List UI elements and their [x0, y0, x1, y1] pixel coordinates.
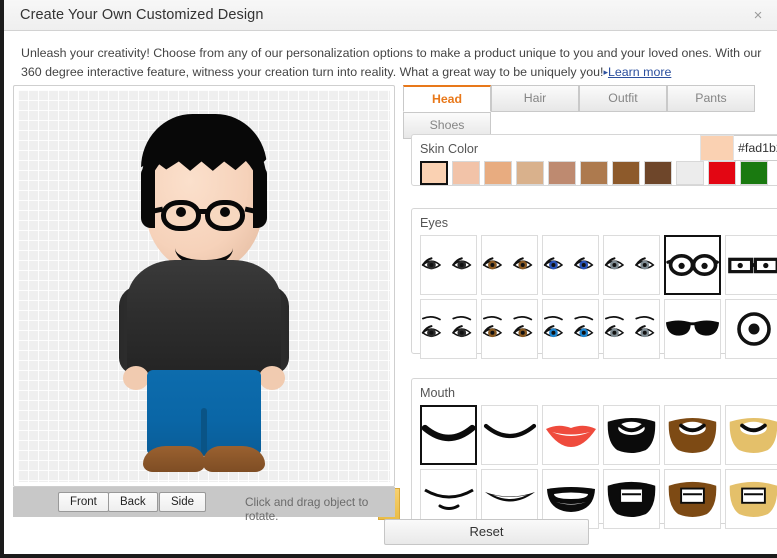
- glasses-temple-right: [244, 206, 260, 215]
- close-icon[interactable]: ×: [750, 8, 766, 24]
- eyes-option-round-glasses[interactable]: [663, 235, 722, 295]
- eyes-option-rect-glasses[interactable]: [725, 235, 777, 295]
- mouth-option-black-beard-teeth[interactable]: [603, 469, 660, 529]
- skin-swatch-0[interactable]: [420, 161, 448, 185]
- eyes-row: [420, 235, 777, 295]
- eyes-option-eyes-brown-brows[interactable]: [481, 299, 538, 359]
- avatar-pupil-left: [176, 207, 186, 217]
- learn-more-link[interactable]: Learn more: [608, 65, 671, 79]
- skin-swatch-4[interactable]: [548, 161, 576, 185]
- eyes-option-eyes-blue-plain[interactable]: [541, 235, 599, 295]
- mouth-section: Mouth: [411, 378, 777, 529]
- eyes-row: [420, 299, 777, 359]
- eyes-option-eyes-black-brows[interactable]: [420, 299, 477, 359]
- reset-button[interactable]: Reset: [384, 519, 589, 545]
- mouth-grid: [412, 405, 777, 529]
- eyes-title: Eyes: [420, 216, 448, 230]
- skin-swatch-row: [412, 161, 777, 185]
- eyes-option-eyes-gray-plain[interactable]: [602, 235, 660, 295]
- rotate-toolbar: Front Back Side Click and drag object to…: [13, 487, 395, 523]
- options-column: Head Hair Outfit Pants Shoes Skin Color …: [403, 85, 777, 554]
- skin-swatch-2[interactable]: [484, 161, 512, 185]
- avatar-glasses: [148, 198, 260, 232]
- dialog-titlebar: Create Your Own Customized Design ×: [4, 0, 777, 31]
- tab-outfit[interactable]: Outfit: [579, 85, 667, 112]
- avatar-shirt: [127, 260, 281, 380]
- skin-swatch-7[interactable]: [644, 161, 672, 185]
- mouth-row: [420, 405, 777, 465]
- avatar-stage[interactable]: [18, 90, 390, 482]
- mouth-option-smile-plain[interactable]: [420, 405, 478, 465]
- skin-swatch-9[interactable]: [708, 161, 736, 185]
- front-view-button[interactable]: Front: [58, 492, 109, 512]
- mouth-option-black-beard-smile[interactable]: [603, 405, 661, 465]
- skin-swatch-8[interactable]: [676, 161, 704, 185]
- eyes-option-eyes-brown-plain[interactable]: [480, 235, 538, 295]
- skin-swatch-5[interactable]: [580, 161, 608, 185]
- skin-swatch-3[interactable]: [516, 161, 544, 185]
- mouth-option-brown-beard-teeth[interactable]: [664, 469, 721, 529]
- back-view-button[interactable]: Back: [108, 492, 158, 512]
- skin-swatch-10[interactable]: [740, 161, 768, 185]
- avatar-hand-right: [259, 366, 285, 390]
- mouth-option-blond-beard-smile[interactable]: [725, 405, 777, 465]
- side-view-button[interactable]: Side: [159, 492, 207, 512]
- avatar-figure[interactable]: [79, 108, 329, 482]
- customizer-dialog: Create Your Own Customized Design × Unle…: [0, 0, 777, 558]
- avatar-hand-left: [123, 366, 149, 390]
- avatar-pants-gap: [201, 408, 207, 456]
- eyes-option-cyclops-eye[interactable]: [725, 299, 777, 359]
- mouth-option-smile-pink-lips[interactable]: [481, 405, 539, 465]
- category-tabs: Head Hair Outfit Pants Shoes: [403, 85, 777, 141]
- mouth-option-red-lips[interactable]: [542, 405, 600, 465]
- intro-text: Unleash your creativity! Choose from any…: [21, 44, 763, 83]
- avatar-shoe-right: [203, 446, 265, 472]
- caret-right-icon: ▸: [603, 67, 608, 77]
- skin-hex-chip: [700, 135, 734, 161]
- avatar-pupil-right: [220, 207, 230, 217]
- tab-hair[interactable]: Hair: [491, 85, 579, 112]
- mouth-title: Mouth: [420, 386, 456, 400]
- eyes-section: Eyes: [411, 208, 777, 359]
- avatar-shoe-left: [143, 446, 205, 472]
- eyes-option-eyes-gray-brows[interactable]: [603, 299, 660, 359]
- avatar-preview-panel[interactable]: [13, 85, 395, 487]
- skin-swatch-6[interactable]: [612, 161, 640, 185]
- eyes-option-eyes-black-plain[interactable]: [420, 235, 477, 295]
- eyes-grid: [412, 235, 777, 359]
- skin-hex-field[interactable]: #fad1b2: [700, 135, 777, 161]
- mouth-option-blond-beard-teeth[interactable]: [725, 469, 777, 529]
- dialog-title: Create Your Own Customized Design: [20, 7, 264, 23]
- glasses-bridge: [199, 209, 209, 214]
- eyes-option-sunglasses[interactable]: [664, 299, 721, 359]
- mouth-option-brown-beard-smile[interactable]: [664, 405, 722, 465]
- rotate-hint-text: Click and drag object to rotate.: [245, 495, 369, 523]
- skin-hex-input[interactable]: #fad1b2: [734, 135, 777, 161]
- tab-head[interactable]: Head: [403, 85, 491, 112]
- tab-pants[interactable]: Pants: [667, 85, 755, 112]
- eyes-option-eyes-blue-brows[interactable]: [542, 299, 599, 359]
- skin-swatch-1[interactable]: [452, 161, 480, 185]
